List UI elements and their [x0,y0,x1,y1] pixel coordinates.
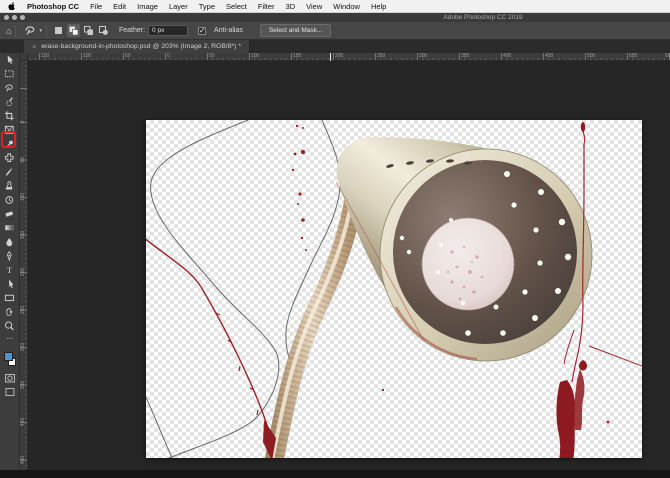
menu-item-layer[interactable]: Layer [169,0,188,13]
tool-hand[interactable] [2,305,18,319]
color-swatches [2,349,18,371]
tool-type[interactable]: T [2,263,18,277]
lamp-bulb [422,218,514,310]
apple-icon[interactable] [7,1,16,11]
quick-mask-mode-icon[interactable] [2,371,18,385]
anti-alias-checkbox[interactable]: ✓ [198,27,206,35]
menu-item-help[interactable]: Help [371,0,386,13]
lasso-path-outline [146,120,340,458]
menu-item-type[interactable]: Type [199,0,215,13]
lamp-shade [280,120,592,361]
tool-path-selection[interactable] [2,277,18,291]
foreground-color-swatch[interactable] [4,352,13,361]
v-ruler-label-150: 150 [20,228,26,242]
vertical-ruler: 0 50 100 150 200 250 300 350 400 450 [20,61,28,470]
tool-frame[interactable] [2,123,18,137]
options-bar: ⌂ ▾ Feather: 0 px ✓ Anti-alias Select an… [0,22,670,40]
tool-eraser[interactable] [2,207,18,221]
v-ruler-label-450: 450 [20,453,26,467]
lasso-icon [24,24,37,37]
tools-panel: T ⋯ [0,53,20,478]
window-bottom-edge [0,470,670,478]
window-title-bar: Adobe Photoshop CC 2019 [0,13,670,22]
tool-pen[interactable] [2,249,18,263]
tool-history-brush[interactable] [2,193,18,207]
document-tab-bar: × erase-background-in-photoshop.psd @ 20… [0,40,670,53]
tool-rectangular-marquee[interactable] [2,67,18,81]
separator [46,25,47,37]
ruler-cursor-layer [20,53,670,61]
document-tab[interactable]: × erase-background-in-photoshop.psd @ 20… [24,40,250,53]
tool-crop[interactable] [2,109,18,123]
tool-spot-healing-brush[interactable] [2,151,18,165]
v-ruler-label-400: 400 [20,415,26,429]
tool-blur[interactable] [2,235,18,249]
tool-clone-stamp[interactable] [2,179,18,193]
tool-lasso[interactable] [2,81,18,95]
v-ruler-label-250: 250 [20,303,26,317]
tool-gradient[interactable] [2,221,18,235]
tool-zoom[interactable] [2,319,18,333]
traffic-lights [4,15,25,20]
select-and-mask-button[interactable]: Select and Mask... [260,24,331,37]
check-icon: ✓ [199,26,206,35]
v-ruler-label-0: 0 [20,115,26,129]
menu-item-select[interactable]: Select [226,0,247,13]
tool-eyedropper[interactable] [2,137,18,151]
v-ruler-label-200: 200 [20,265,26,279]
feather-input[interactable]: 0 px [148,25,188,36]
v-ruler-label-350: 350 [20,378,26,392]
lamp-gooseneck [272,174,358,458]
close-tab-icon[interactable]: × [32,40,36,53]
menu-item-3d[interactable]: 3D [286,0,296,13]
menu-bar: Photoshop CC File Edit Image Layer Type Select… [0,0,670,13]
zoom-window-icon[interactable] [20,15,25,20]
menu-item-view[interactable]: View [306,0,322,13]
menu-item-window[interactable]: Window [333,0,360,13]
mode-subtract-from-selection-icon[interactable] [82,24,95,37]
tool-preset-lasso[interactable]: ▾ [24,24,42,37]
menu-item-photoshop-cc[interactable]: Photoshop CC [27,0,79,13]
mode-intersect-selection-icon[interactable] [97,24,110,37]
document-canvas[interactable] [146,120,642,458]
svg-text:T: T [7,265,13,275]
document-tab-title: erase-background-in-photoshop.psd @ 203%… [41,40,241,53]
screen-mode-icon[interactable] [2,385,18,399]
menu-item-file[interactable]: File [90,0,102,13]
separator [15,25,16,37]
v-ruler-label-50: 50 [20,153,26,167]
tool-brush[interactable] [2,165,18,179]
menu-item-edit[interactable]: Edit [113,0,126,13]
tool-rectangle-shape[interactable] [2,291,18,305]
feather-label: Feather: [119,27,145,34]
chevron-down-icon: ▾ [39,28,42,34]
photoshop-window: Photoshop CC File Edit Image Layer Type Select… [0,0,670,478]
window-title: Adobe Photoshop CC 2019 [388,13,578,22]
menu-item-image[interactable]: Image [137,0,158,13]
anti-alias-label: Anti-alias [214,27,243,34]
mode-add-to-selection-icon[interactable] [67,24,80,37]
tool-move[interactable] [2,53,18,67]
close-window-icon[interactable] [4,15,9,20]
v-ruler-label-300: 300 [20,340,26,354]
tool-quick-selection[interactable] [2,95,18,109]
minimize-window-icon[interactable] [12,15,17,20]
mode-new-selection-icon[interactable] [52,24,65,37]
edit-toolbar-icon[interactable]: ⋯ [6,336,13,346]
canvas-artwork [146,120,642,458]
menu-items: Photoshop CC File Edit Image Layer Type Select… [27,0,386,13]
v-ruler-label-100: 100 [20,190,26,204]
ruler-cursor-indicator [330,53,331,61]
menu-item-filter[interactable]: Filter [258,0,275,13]
home-icon[interactable]: ⌂ [6,22,11,40]
